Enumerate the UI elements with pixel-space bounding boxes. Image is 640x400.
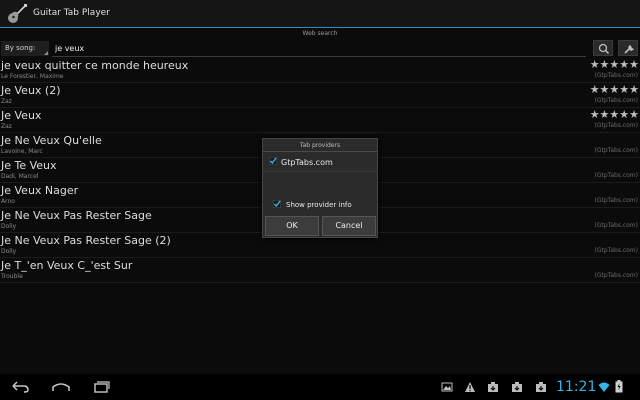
cancel-button[interactable]: Cancel xyxy=(322,216,376,236)
system-bar: 11:21 xyxy=(0,374,640,400)
song-source: (GtpTabs.com) xyxy=(594,272,639,279)
song-title: Je Veux Nager xyxy=(1,184,79,197)
song-artist: Dadi, Marcel xyxy=(1,173,39,180)
song-title: Je Ne Veux Pas Rester Sage (2) xyxy=(1,234,171,247)
search-input[interactable] xyxy=(52,40,586,57)
show-provider-info-label[interactable]: Show provider info xyxy=(286,201,352,209)
song-source: (GtpTabs.com) xyxy=(594,197,639,204)
dialog-divider xyxy=(263,151,377,152)
song-title: Je T_'en Veux C_'est Sur xyxy=(1,259,133,272)
search-button[interactable] xyxy=(593,40,613,56)
header-divider xyxy=(0,27,640,28)
provider-label[interactable]: GtpTabs.com xyxy=(281,158,333,167)
search-mode-spinner[interactable]: By song: xyxy=(1,41,49,56)
wrench-icon xyxy=(624,45,634,54)
download-notification-icon[interactable] xyxy=(511,381,523,393)
song-title: Je Ne Veux Pas Rester Sage xyxy=(1,209,152,222)
dialog-title: Tab providers xyxy=(299,142,341,149)
song-title: Je Ne Veux Qu'elle xyxy=(1,134,102,147)
song-artist: Zaz xyxy=(1,123,12,130)
song-artist: Trouble xyxy=(1,273,23,280)
song-source: (GtpTabs.com) xyxy=(594,247,639,254)
song-source: (GtpTabs.com) xyxy=(594,147,639,154)
home-icon[interactable] xyxy=(50,379,72,395)
guitar-icon[interactable] xyxy=(6,3,28,25)
ok-button[interactable]: OK xyxy=(265,216,319,236)
show-provider-info-checkbox[interactable] xyxy=(273,200,281,208)
song-artist: Dolly xyxy=(1,248,17,255)
clock[interactable]: 11:21 xyxy=(556,379,596,395)
song-artist: Lavoine, Marc xyxy=(1,148,43,155)
search-icon xyxy=(598,43,610,55)
search-row: By song: xyxy=(0,38,640,58)
star-rating: ★★★★★ xyxy=(589,83,639,96)
wifi-icon xyxy=(598,382,610,392)
star-rating: ★★★★★ xyxy=(589,58,639,71)
action-bar: Guitar Tab Player xyxy=(0,0,640,28)
web-search-label: Web search xyxy=(302,30,338,37)
recent-apps-icon[interactable] xyxy=(90,379,112,395)
song-source: (GtpTabs.com) xyxy=(594,72,639,79)
settings-button[interactable] xyxy=(618,40,638,56)
song-source: (GtpTabs.com) xyxy=(594,222,639,229)
song-title: Je Veux (2) xyxy=(1,84,61,97)
song-source: (GtpTabs.com) xyxy=(594,172,639,179)
song-title: Je Veux xyxy=(1,109,42,122)
song-artist: Arno xyxy=(1,198,15,205)
dialog-divider xyxy=(263,171,377,172)
song-source: (GtpTabs.com) xyxy=(594,97,639,104)
list-item[interactable]: Je Veux Zaz ★★★★★ (GtpTabs.com) xyxy=(0,108,640,133)
back-icon[interactable] xyxy=(9,379,31,395)
song-source: (GtpTabs.com) xyxy=(594,122,639,129)
battery-icon xyxy=(615,380,623,393)
gtptabs-checkbox[interactable] xyxy=(269,157,277,165)
app-title: Guitar Tab Player xyxy=(33,8,110,18)
song-title: je veux quitter ce monde heureux xyxy=(1,59,189,72)
song-artist: Zaz xyxy=(1,98,12,105)
song-artist: Dolly xyxy=(1,223,17,230)
download-notification-icon[interactable] xyxy=(487,381,499,393)
list-item[interactable]: Je T_'en Veux C_'est Sur Trouble (GtpTab… xyxy=(0,258,640,283)
song-title: Je Te Veux xyxy=(1,159,57,172)
song-artist: Le Forestier, Maxime xyxy=(1,73,64,80)
tab-providers-dialog: Tab providers GtpTabs.com Show provider … xyxy=(262,138,378,238)
list-item[interactable]: je veux quitter ce monde heureux Le Fore… xyxy=(0,58,640,83)
warning-notification-icon[interactable] xyxy=(464,381,476,393)
list-item[interactable]: Je Veux (2) Zaz ★★★★★ (GtpTabs.com) xyxy=(0,83,640,108)
gallery-notification-icon[interactable] xyxy=(441,381,453,393)
download-notification-icon[interactable] xyxy=(535,381,547,393)
star-rating: ★★★★★ xyxy=(589,108,639,121)
